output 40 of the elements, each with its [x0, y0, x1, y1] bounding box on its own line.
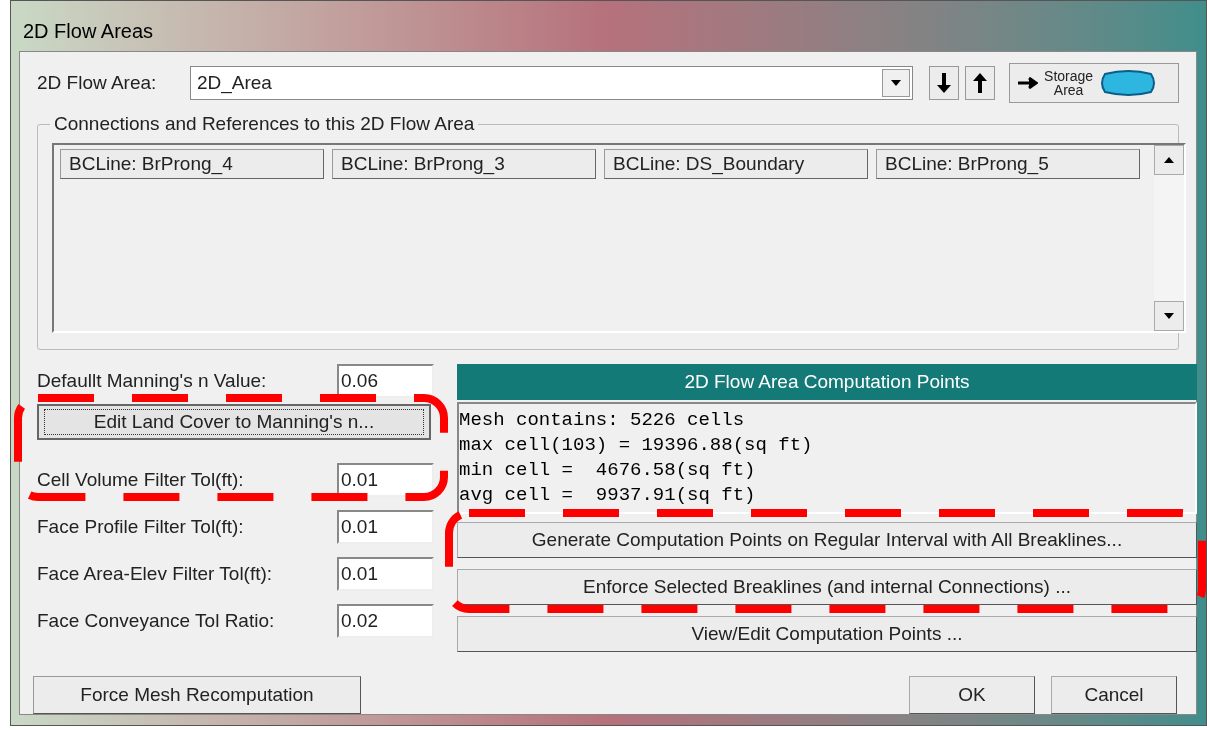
scroll-down-button[interactable] — [1154, 301, 1184, 331]
move-up-button[interactable] — [965, 66, 996, 100]
arrow-right-icon — [1018, 77, 1039, 89]
arrow-up-icon — [973, 73, 988, 93]
action-button[interactable]: Generate Computation Points on Regular Interval with All Breaklines... — [457, 522, 1197, 558]
section-header: 2D Flow Area Computation Points — [457, 364, 1197, 400]
column-header[interactable]: BCLine: BrProng_3 — [332, 149, 596, 179]
caret-up-icon — [1164, 157, 1174, 163]
dropdown-arrow-button[interactable] — [882, 69, 911, 97]
dialog-button[interactable]: Cancel — [1051, 676, 1177, 714]
field-label: Face Profile Filter Tol(ft): — [37, 514, 245, 539]
action-button[interactable]: Enforce Selected Breaklines (and internal Connections) ... — [457, 569, 1197, 605]
recompute-button[interactable]: Force Mesh Recomputation — [33, 676, 361, 714]
mesh-info-text: Mesh contains: 5226 cells max cell(103) = 19396.88(sq ft) min cell = 4676.58(sq ft) avg cell = 9937.91(sq ft) — [457, 402, 1197, 514]
arrow-down-icon — [937, 73, 952, 93]
caret-icon — [891, 80, 902, 86]
scrollbar[interactable] — [1154, 145, 1184, 331]
column-header[interactable]: BCLine: BrProng_5 — [876, 149, 1140, 179]
field-label: Defaullt Manning's n Value: — [37, 368, 268, 393]
area-dropdown[interactable]: 2D_Area — [189, 66, 914, 100]
value-field[interactable]: 0.06 — [337, 364, 434, 398]
dialog-button[interactable]: OK — [909, 676, 1035, 714]
move-down-button[interactable] — [929, 66, 960, 100]
field-label: 2D Flow Area: — [37, 70, 158, 95]
value-field[interactable]: 0.01 — [337, 557, 434, 591]
value-field[interactable]: 0.02 — [337, 604, 434, 638]
field-label: Face Conveyance Tol Ratio: — [37, 608, 276, 633]
caret-icon — [1164, 313, 1174, 319]
column-header[interactable]: BCLine: DS_Boundary — [604, 149, 868, 179]
storage-area-button[interactable]: Storage Area — [1009, 63, 1179, 103]
field-label: Cell Volume Filter Tol(ft): — [37, 467, 245, 492]
value-field[interactable]: 0.01 — [337, 510, 434, 544]
field-label: Face Area-Elev Filter Tol(ft): — [37, 561, 274, 586]
action-button[interactable]: View/Edit Computation Points ... — [457, 616, 1197, 652]
storage-area-icon — [1099, 70, 1158, 96]
land-cover-button[interactable]: Edit Land Cover to Manning's n... — [37, 404, 431, 440]
scroll-up-button[interactable] — [1154, 145, 1184, 175]
column-header[interactable]: BCLine: BrProng_4 — [60, 149, 324, 179]
window-title: 2D Flow Areas — [23, 19, 155, 44]
value-field[interactable]: 0.01 — [337, 463, 434, 497]
